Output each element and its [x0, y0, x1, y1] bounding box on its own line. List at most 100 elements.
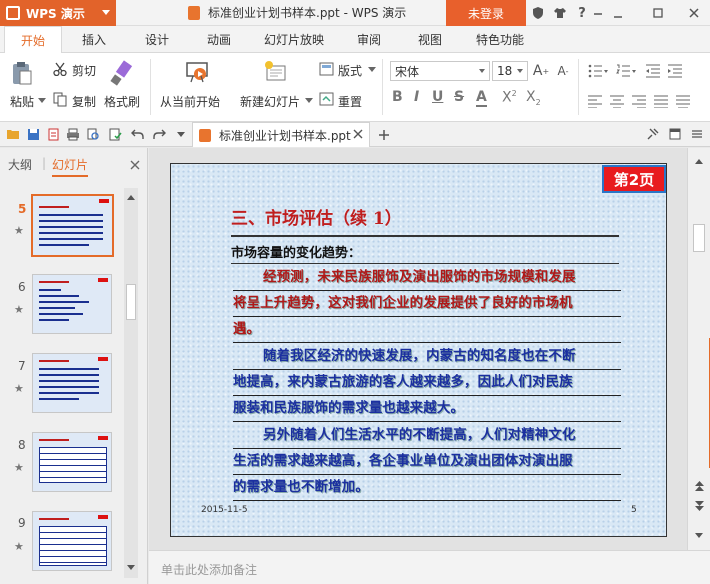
export-pdf-icon[interactable]	[46, 127, 60, 141]
tab-features[interactable]: 特色功能	[476, 26, 524, 53]
next-slide-icon[interactable]	[695, 500, 704, 514]
slide-thumbnail-7[interactable]	[32, 353, 112, 413]
scrollbar-thumb[interactable]	[693, 224, 705, 252]
align-center-icon[interactable]	[608, 93, 626, 109]
layout-button[interactable]: 版式	[338, 62, 362, 79]
redo-icon[interactable]	[152, 127, 166, 141]
scroll-down-icon[interactable]	[695, 528, 703, 542]
reset-button[interactable]: 重置	[338, 93, 362, 110]
paragraph-3[interactable]: 另外随着人们生活水平的不断提高，人们对精神文化 生活的需求越来越高，各企事业单位…	[233, 423, 621, 501]
new-slide-icon[interactable]	[262, 59, 288, 85]
scroll-up-icon[interactable]	[695, 154, 703, 168]
login-button[interactable]: 未登录	[446, 0, 526, 26]
from-current-button[interactable]: 从当前开始	[160, 93, 220, 110]
font-color-icon[interactable]: A	[476, 89, 487, 107]
menu-icon[interactable]	[690, 127, 704, 141]
undo-icon[interactable]	[130, 127, 144, 141]
minimize-icon[interactable]	[590, 5, 606, 21]
help-icon[interactable]: ?	[574, 5, 590, 21]
restore-icon[interactable]	[650, 5, 666, 21]
tab-slideshow[interactable]: 幻灯片放映	[264, 26, 324, 53]
reset-icon[interactable]	[318, 91, 334, 107]
shield-icon[interactable]	[530, 5, 546, 21]
notes-pane[interactable]: 单击此处添加备注	[149, 550, 710, 584]
slide-thumbnail-9[interactable]	[32, 511, 112, 571]
open-folder-icon[interactable]	[6, 127, 20, 141]
close-tab-icon[interactable]	[353, 128, 363, 142]
slide-subheading[interactable]: 市场容量的变化趋势：	[231, 242, 361, 261]
tab-design[interactable]: 设计	[145, 26, 169, 53]
tab-review[interactable]: 审阅	[357, 26, 381, 53]
superscript-icon[interactable]: X2	[502, 89, 517, 106]
save-icon[interactable]	[26, 127, 40, 141]
increase-font-icon[interactable]: A +	[532, 61, 550, 81]
justify-icon[interactable]	[652, 93, 670, 109]
copy-icon[interactable]	[52, 91, 68, 107]
chevron-down-icon[interactable]	[176, 130, 186, 140]
increase-indent-icon[interactable]	[666, 63, 684, 79]
decrease-indent-icon[interactable]	[644, 63, 662, 79]
spellcheck-icon[interactable]	[108, 127, 122, 141]
italic-icon[interactable]: I	[414, 89, 419, 105]
slide-thumbnail-6[interactable]	[32, 274, 112, 334]
decrease-font-icon[interactable]: A-	[554, 61, 572, 81]
wps-menu-button[interactable]: WPS 演示	[0, 0, 116, 26]
tab-slides[interactable]: 幻灯片	[52, 156, 89, 177]
paste-icon[interactable]	[10, 59, 34, 87]
scrollbar-thumb[interactable]	[126, 284, 136, 320]
slides-scrollbar[interactable]	[124, 188, 138, 578]
pin-icon[interactable]	[646, 127, 660, 141]
tab-animation[interactable]: 动画	[207, 26, 231, 53]
tab-home[interactable]: 开始	[4, 26, 62, 53]
prev-slide-icon[interactable]	[695, 480, 704, 494]
paragraph-2[interactable]: 随着我区经济的快速发展，内蒙古的知名度也在不断 地提高，来内蒙古旅游的客人越来越…	[233, 344, 621, 422]
minimize-window-icon[interactable]	[610, 5, 626, 21]
numbered-list-icon[interactable]	[614, 63, 638, 79]
subscript-icon[interactable]: X2	[526, 89, 541, 107]
paragraph-1[interactable]: 经预测，未来民族服饰及演出服饰的市场规模和发展 将呈上升趋势，这对我们企业的发展…	[233, 265, 621, 343]
underline-icon[interactable]: U	[432, 89, 443, 105]
layout-icon[interactable]	[318, 61, 334, 77]
chevron-down-icon[interactable]	[305, 97, 313, 105]
print-preview-icon[interactable]	[86, 127, 100, 141]
bold-icon[interactable]: B	[392, 89, 403, 105]
slide-thumbnail-5[interactable]	[31, 194, 114, 257]
scissors-icon[interactable]	[52, 61, 68, 77]
document-tab[interactable]: 标准创业计划书样本.ppt	[192, 122, 370, 147]
scroll-down-icon[interactable]	[127, 560, 135, 574]
chevron-down-icon[interactable]	[38, 97, 46, 105]
format-painter-icon[interactable]	[108, 59, 134, 87]
align-left-icon[interactable]	[586, 93, 604, 109]
format-painter-button[interactable]: 格式刷	[104, 93, 140, 110]
scroll-up-icon[interactable]	[127, 190, 135, 204]
shirt-icon[interactable]	[552, 5, 568, 21]
slideshow-play-icon[interactable]	[184, 59, 210, 85]
close-icon[interactable]	[686, 5, 702, 21]
tab-insert[interactable]: 插入	[82, 26, 106, 53]
chevron-down-icon	[102, 10, 110, 15]
distribute-icon[interactable]	[674, 93, 692, 109]
close-panel-icon[interactable]	[130, 159, 140, 173]
new-tab-icon[interactable]	[376, 127, 392, 143]
slide-thumbnail-8[interactable]	[32, 432, 112, 492]
slide-title[interactable]: 三、市场评估（续 1）	[231, 204, 402, 229]
copy-button[interactable]: 复制	[72, 93, 96, 110]
cut-button[interactable]: 剪切	[72, 62, 96, 79]
strikethrough-icon[interactable]: S	[454, 89, 464, 105]
canvas-scrollbar[interactable]	[687, 148, 710, 550]
chevron-down-icon[interactable]	[368, 66, 376, 74]
paste-button[interactable]: 粘贴	[10, 93, 34, 110]
bullet-list-icon[interactable]	[586, 63, 610, 79]
window-title: 标准创业计划书样本.ppt - WPS 演示	[188, 4, 406, 21]
align-right-icon[interactable]	[630, 93, 648, 109]
slide[interactable]: 第2页 三、市场评估（续 1） 市场容量的变化趋势： 经预测，未来民族服饰及演出…	[170, 163, 667, 537]
print-icon[interactable]	[66, 127, 80, 141]
divider	[150, 59, 151, 115]
font-size-select[interactable]: 18	[492, 61, 528, 81]
title-rule	[231, 235, 619, 237]
tab-outline[interactable]: 大纲	[8, 156, 32, 173]
window-icon[interactable]	[668, 127, 682, 141]
new-slide-button[interactable]: 新建幻灯片	[240, 93, 300, 110]
font-name-select[interactable]: 宋体	[390, 61, 490, 81]
tab-view[interactable]: 视图	[418, 26, 442, 53]
